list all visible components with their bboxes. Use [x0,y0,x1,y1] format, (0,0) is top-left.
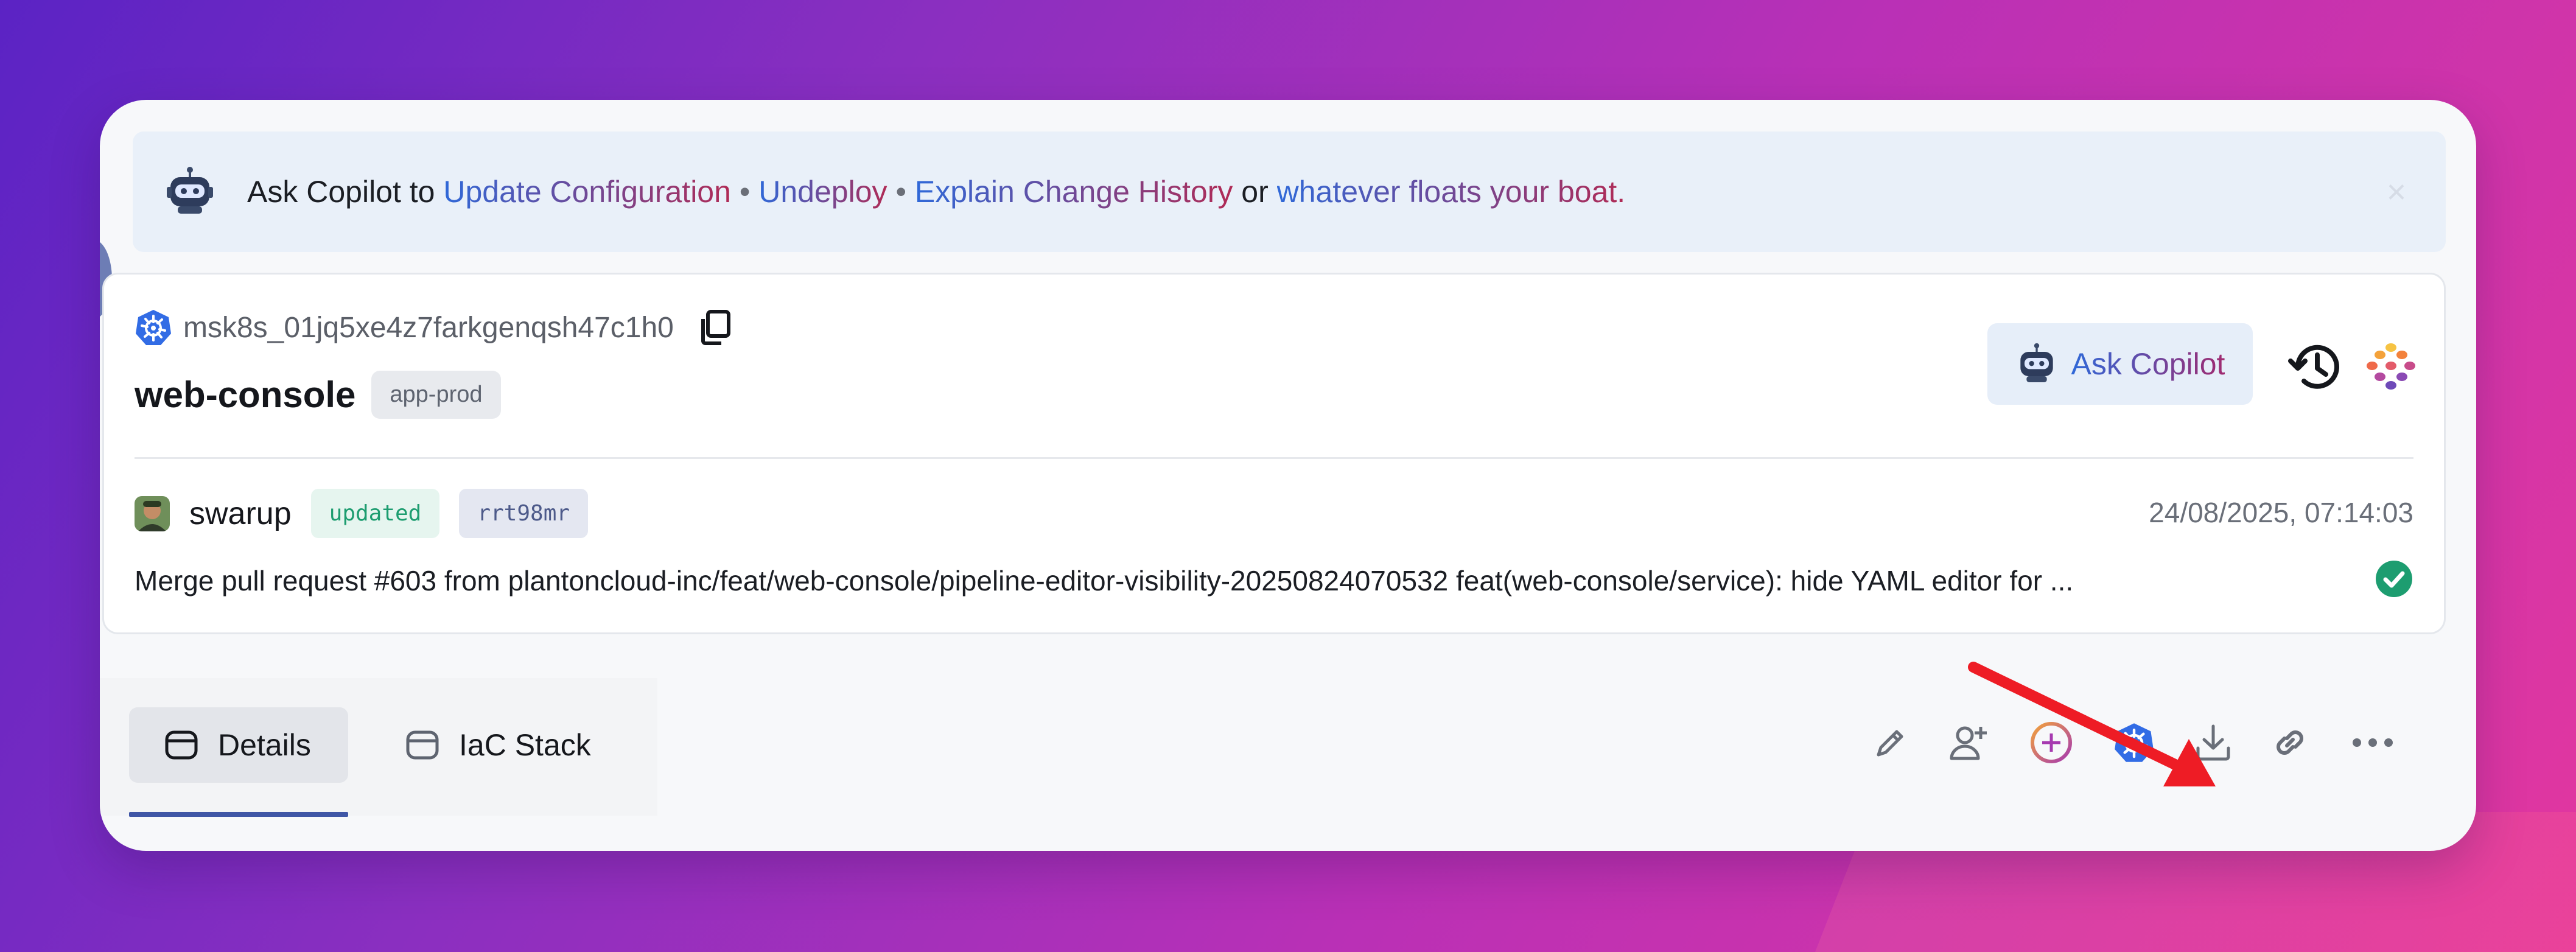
database-icon [406,730,439,760]
resource-id-row: msk8s_01jq5xe4z7farkgenqsh47c1h0 [135,309,732,346]
copilot-bot-icon [2020,343,2053,382]
copy-icon[interactable] [698,309,732,346]
tab-bar: Details IaC Stack [100,678,657,816]
edit-button[interactable] [1866,718,1915,767]
success-check-icon [2376,561,2412,597]
kubernetes-icon [2115,723,2154,762]
add-user-icon [1950,726,1987,760]
ask-copilot-label: Ask Copilot [2071,347,2225,381]
undeploy-link[interactable]: Undeploy [758,175,887,209]
kubernetes-icon [136,310,171,345]
header-divider [135,457,2413,459]
resource-header-panel: msk8s_01jq5xe4z7farkgenqsh47c1h0 web-con… [102,273,2446,634]
commit-hash-badge[interactable]: rrt98mr [459,489,589,538]
edit-icon [1877,730,1903,757]
update-configuration-link[interactable]: Update Configuration [443,175,731,209]
copilot-banner-text: Ask Copilot to Update Configuration • Un… [247,174,1625,209]
add-circle-icon [2031,722,2072,763]
resource-id: msk8s_01jq5xe4z7farkgenqsh47c1h0 [183,311,674,344]
environment-badge: app-prod [371,371,501,419]
ask-copilot-button[interactable]: Ask Copilot [1987,323,2253,405]
more-options-button[interactable] [2348,718,2397,767]
planton-logo-icon[interactable] [2364,339,2418,394]
tab-iac-stack[interactable]: IaC Stack [404,707,635,783]
avatar [135,495,170,531]
close-icon[interactable]: × [2380,175,2413,209]
link-icon [2277,730,2303,755]
copilot-banner: Ask Copilot to Update Configuration • Un… [133,131,2446,252]
whatever-link[interactable]: whatever floats your boat. [1277,175,1626,209]
separator: • [895,175,906,209]
database-icon [165,730,198,760]
create-button[interactable] [2027,718,2076,767]
resource-title-row: web-console app-prod [135,371,501,419]
kubernetes-button[interactable] [2110,718,2158,767]
tab-label: Details [218,728,311,762]
status-badge: updated [310,489,440,538]
separator: • [739,175,751,209]
add-user-button[interactable] [1944,718,1993,767]
commit-timestamp: 24/08/2025, 07:14:03 [2149,497,2413,528]
tab-label: IaC Stack [459,728,591,762]
download-button[interactable] [2189,718,2238,767]
copilot-bot-icon [167,167,213,214]
resource-name: web-console [135,374,356,415]
banner-prefix: Ask Copilot to [247,175,435,209]
history-icon[interactable] [2287,338,2345,396]
tab-details[interactable]: Details [129,707,348,783]
resource-card: Ask Copilot to Update Configuration • Un… [100,100,2476,851]
download-icon [2196,724,2230,761]
commit-author: swarup [189,495,292,531]
commit-message[interactable]: Merge pull request #603 from plantonclou… [135,564,2350,597]
copy-link-button[interactable] [2266,718,2314,767]
explain-change-history-link[interactable]: Explain Change History [915,175,1233,209]
commit-author-row: swarup updated rrt98mr [135,489,589,538]
more-icon [2353,738,2393,747]
banner-connector: or [1241,175,1269,209]
active-tab-indicator [129,812,348,817]
